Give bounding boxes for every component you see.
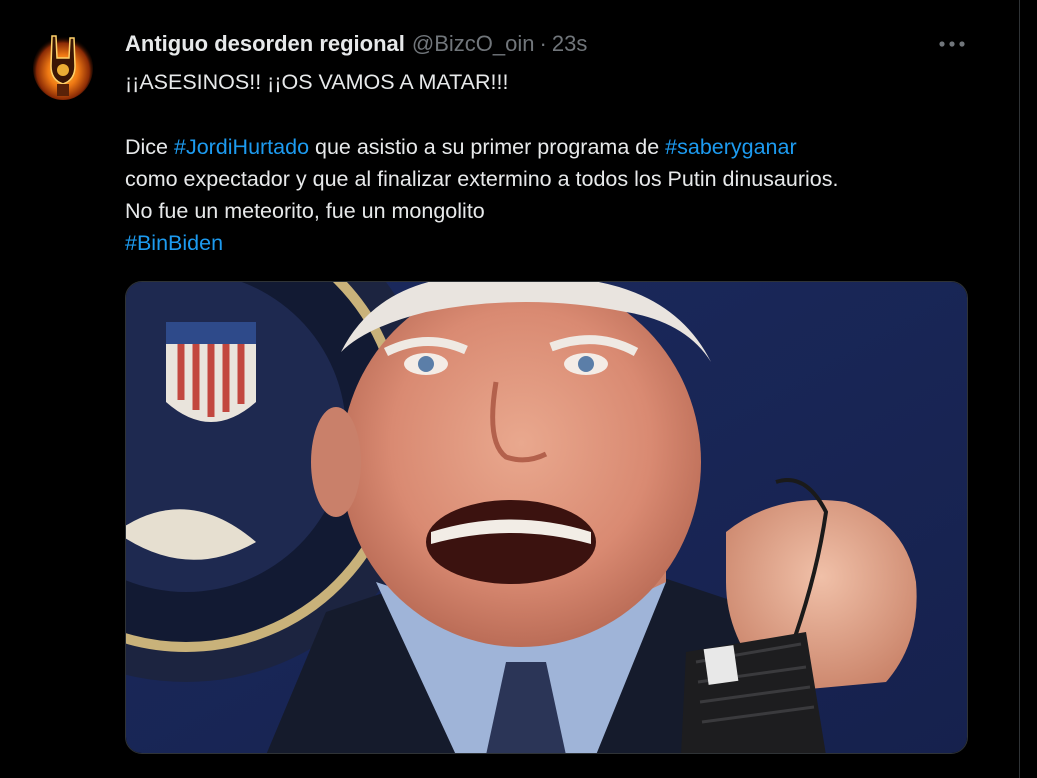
more-horizontal-icon — [939, 41, 965, 47]
display-name[interactable]: Antiguo desorden regional — [125, 31, 405, 57]
avatar[interactable] — [33, 28, 93, 100]
hashtag-link[interactable]: #BinBiden — [125, 231, 223, 255]
user-handle[interactable]: @BizcO_oin — [412, 31, 535, 57]
text-segment: Dice — [125, 135, 174, 159]
tweet-text-line: No fue un meteorito, fue un mongolito — [125, 199, 485, 223]
separator-dot: · — [539, 31, 547, 56]
tweet-text: ¡¡ASESINOS!! ¡¡OS VAMOS A MATAR!!! Dice … — [125, 66, 985, 259]
tweet[interactable]: Antiguo desorden regional @BizcO_oin · 2… — [0, 0, 1020, 778]
tweet-text-line: ¡¡ASESINOS!! ¡¡OS VAMOS A MATAR!!! — [125, 70, 509, 94]
tweet-header: Antiguo desorden regional @BizcO_oin · 2… — [125, 30, 587, 58]
tweet-media-photo[interactable] — [125, 281, 968, 754]
horns-hand-icon — [33, 35, 93, 100]
tweet-text-line: #BinBiden — [125, 227, 985, 259]
tweet-text-line: como expectador y que al finalizar exter… — [125, 167, 839, 191]
photo-image — [126, 282, 967, 753]
text-segment: que asistio a su primer programa de — [309, 135, 666, 159]
tweet-text-line: Dice #JordiHurtado que asistio a su prim… — [125, 131, 985, 163]
hashtag-link[interactable]: #JordiHurtado — [174, 135, 309, 159]
timestamp[interactable]: 23s — [552, 31, 587, 57]
more-options-button[interactable] — [934, 30, 970, 58]
hashtag-link[interactable]: #saberyganar — [665, 135, 796, 159]
